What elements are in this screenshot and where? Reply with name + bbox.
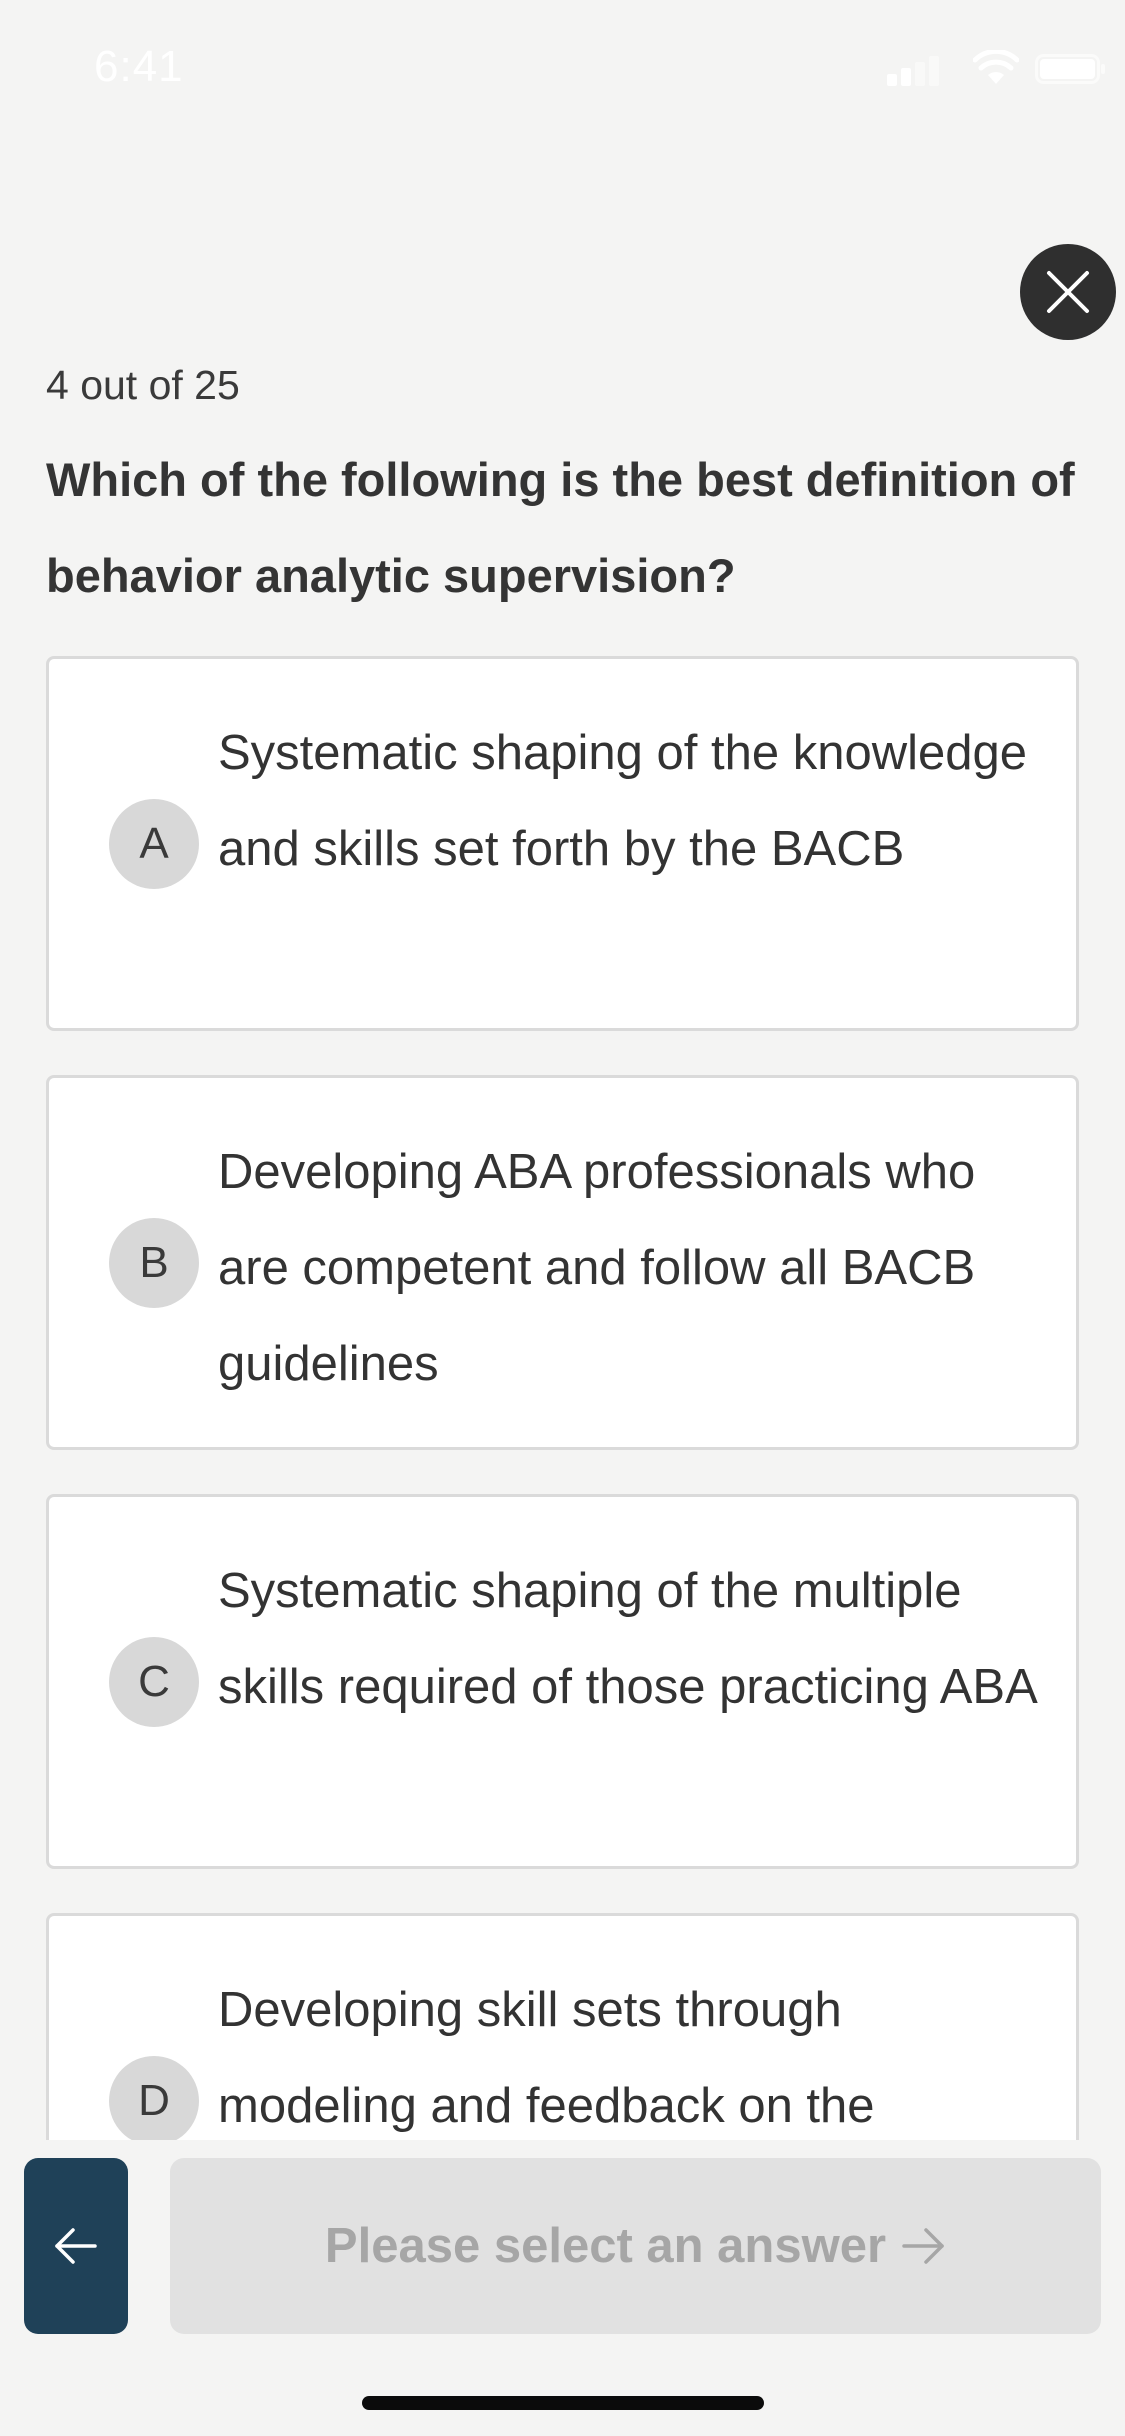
battery-icon — [1035, 54, 1105, 84]
option-text: Developing skill sets through modeling a… — [218, 1983, 875, 2133]
close-button[interactable] — [1020, 244, 1116, 340]
answer-options: A Systematic shaping of the knowledge an… — [46, 656, 1079, 2332]
wifi-icon — [973, 50, 1019, 84]
option-letter-badge: A — [109, 799, 199, 889]
answer-option-c[interactable]: C Systematic shaping of the multiple ski… — [46, 1494, 1079, 1869]
cellular-signal-icon — [887, 56, 939, 86]
option-letter-badge: D — [109, 2056, 199, 2146]
question-text: Which of the following is the best defin… — [46, 453, 1075, 602]
status-time: 6:41 — [94, 42, 184, 91]
status-bar: 6:41 — [0, 0, 1125, 140]
bottom-action-bar: Please select an answer — [0, 2140, 1125, 2436]
option-text: Systematic shaping of the knowledge and … — [218, 726, 1027, 876]
answer-option-a[interactable]: A Systematic shaping of the knowledge an… — [46, 656, 1079, 1031]
next-button[interactable]: Please select an answer — [170, 2158, 1101, 2334]
option-text: Systematic shaping of the multiple skill… — [218, 1564, 1038, 1714]
next-button-label: Please select an answer — [324, 2219, 887, 2273]
arrow-left-icon — [55, 2228, 97, 2264]
answer-option-b[interactable]: B Developing ABA professionals who are c… — [46, 1075, 1079, 1450]
close-icon — [1047, 271, 1089, 313]
arrow-right-icon — [900, 2226, 946, 2266]
option-letter-badge: B — [109, 1218, 199, 1308]
option-letter-badge: C — [109, 1637, 199, 1727]
option-text: Developing ABA professionals who are com… — [218, 1145, 976, 1391]
home-indicator — [362, 2396, 764, 2410]
back-button[interactable] — [24, 2158, 128, 2334]
question-progress: 4 out of 25 — [46, 362, 240, 408]
status-icons — [865, 50, 1125, 90]
